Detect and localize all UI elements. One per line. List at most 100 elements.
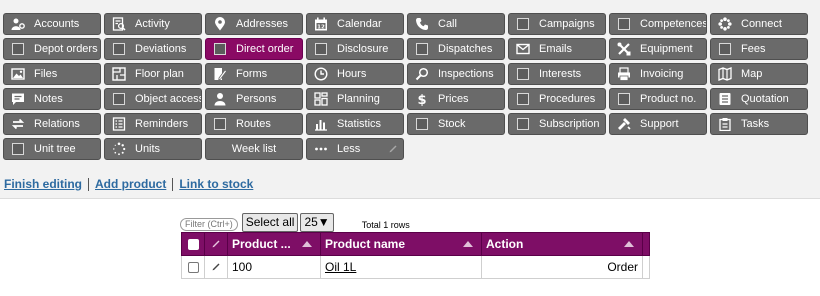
tile-accounts[interactable]: Accounts: [3, 13, 101, 35]
row-edit-cell[interactable]: [204, 255, 228, 279]
tile-forms[interactable]: Forms: [205, 63, 303, 85]
checkbox-square: [214, 118, 226, 130]
finish-editing-link[interactable]: Finish editing: [4, 177, 82, 191]
tile-calendar[interactable]: 12 Calendar: [306, 13, 404, 35]
product-table: Product ... Product name Action 100 Oil …: [181, 232, 650, 279]
tile-label: Campaigns: [539, 18, 595, 30]
select-all-checkbox-cell[interactable]: [181, 232, 205, 256]
tile-relations[interactable]: Relations: [3, 113, 101, 135]
tile-emails[interactable]: Emails: [508, 38, 606, 60]
sort-up-icon: [624, 241, 634, 247]
tile-planning[interactable]: Planning: [306, 88, 404, 110]
invoice-icon: [616, 66, 632, 82]
clock-icon: [313, 66, 329, 82]
tile-label: Reminders: [135, 118, 189, 130]
product-name-link[interactable]: Oil 1L: [325, 260, 356, 274]
tile-label: Less: [337, 143, 361, 155]
checkbox-icon: [212, 41, 228, 57]
tile-floor-plan[interactable]: Floor plan: [104, 63, 202, 85]
tile-files[interactable]: Files: [3, 63, 101, 85]
tile-addresses[interactable]: Addresses: [205, 13, 303, 35]
select-all-button[interactable]: Select all: [241, 213, 299, 232]
page-size-select[interactable]: 25▼: [300, 213, 334, 232]
tile-fees[interactable]: Fees: [710, 38, 808, 60]
tile-label: Forms: [236, 68, 268, 80]
tile-object-access[interactable]: Object access: [104, 88, 202, 110]
tile-activity[interactable]: Activity: [104, 13, 202, 35]
row-checkbox[interactable]: [187, 262, 199, 274]
tile-map[interactable]: Map: [710, 63, 808, 85]
filter-hint[interactable]: Filter (Ctrl+): [180, 218, 238, 231]
table-row[interactable]: 100 Oil 1L Order: [181, 255, 650, 279]
svg-text:$: $: [417, 93, 426, 106]
tile-statistics[interactable]: Statistics: [306, 113, 404, 135]
tile-call[interactable]: Call: [407, 13, 505, 35]
tile-label: Planning: [337, 93, 380, 105]
checkbox-square: [517, 18, 529, 30]
column-header-product-no[interactable]: Product ...: [227, 232, 321, 256]
floor-plan-icon: [111, 66, 127, 82]
tile-subscription[interactable]: Subscription: [508, 113, 606, 135]
tile-direct-order[interactable]: Direct order: [205, 38, 303, 60]
cell-product-name: Oil 1L: [320, 255, 482, 279]
column-header-product-name[interactable]: Product name: [320, 232, 482, 256]
tile-dispatches[interactable]: Dispatches: [407, 38, 505, 60]
checkbox-icon: [515, 66, 531, 82]
phone-icon: [414, 16, 430, 32]
pencil-icon[interactable]: [211, 261, 221, 271]
tile-reminders[interactable]: Reminders: [104, 113, 202, 135]
tile-label: Emails: [539, 43, 573, 55]
checkbox-square: [517, 68, 529, 80]
tile-procedures[interactable]: Procedures: [508, 88, 606, 110]
tile-deviations[interactable]: Deviations: [104, 38, 202, 60]
tile-label: Support: [640, 118, 679, 130]
tile-disclosure[interactable]: Disclosure: [306, 38, 404, 60]
checkbox-square: [214, 43, 226, 55]
tile-hours[interactable]: Hours: [306, 63, 404, 85]
tile-tasks[interactable]: Tasks: [710, 113, 808, 135]
tile-support[interactable]: Support: [609, 113, 707, 135]
separator: [172, 177, 174, 191]
tile-product-no[interactable]: Product no.: [609, 88, 707, 110]
tile-label: Routes: [236, 118, 271, 130]
tile-depot-orders[interactable]: Depot orders: [3, 38, 101, 60]
tile-unit-tree[interactable]: Unit tree: [3, 138, 101, 160]
tile-stock[interactable]: Stock: [407, 113, 505, 135]
activity-icon: [111, 16, 127, 32]
tile-campaigns[interactable]: Campaigns: [508, 13, 606, 35]
cell-action[interactable]: Order: [481, 255, 643, 279]
tile-notes[interactable]: Notes: [3, 88, 101, 110]
checkbox-square: [113, 43, 125, 55]
tile-competences[interactable]: Competences: [609, 13, 707, 35]
add-product-link[interactable]: Add product: [95, 177, 166, 191]
quotation-icon: [717, 91, 733, 107]
link-to-stock-link[interactable]: Link to stock: [179, 177, 253, 191]
module-tile-grid: Accounts Activity Addresses 12 Calendar Call C…: [3, 13, 808, 160]
tile-invoicing[interactable]: Invoicing: [609, 63, 707, 85]
tile-label: Disclosure: [337, 43, 389, 55]
pencil-icon[interactable]: [388, 143, 398, 153]
tile-prices[interactable]: $ Prices: [407, 88, 505, 110]
tile-persons[interactable]: Persons: [205, 88, 303, 110]
tile-quotation[interactable]: Quotation: [710, 88, 808, 110]
tile-interests[interactable]: Interests: [508, 63, 606, 85]
row-checkbox-cell[interactable]: [181, 255, 205, 279]
notes-icon: [10, 91, 26, 107]
tile-equipment[interactable]: Equipment: [609, 38, 707, 60]
clipboard-icon: [717, 116, 733, 132]
column-header-label: Product name: [325, 237, 406, 251]
tile-units[interactable]: Units: [104, 138, 202, 160]
tile-inspections[interactable]: Inspections: [407, 63, 505, 85]
column-header-action[interactable]: Action: [481, 232, 643, 256]
tile-connect[interactable]: Connect: [710, 13, 808, 35]
cell-filler: [642, 255, 650, 279]
tile-less[interactable]: Less: [306, 138, 404, 160]
checkbox-icon: [212, 116, 228, 132]
header-checkbox[interactable]: [187, 239, 199, 251]
tile-routes[interactable]: Routes: [205, 113, 303, 135]
tile-label: Tasks: [741, 118, 770, 130]
support-icon: [616, 116, 632, 132]
planning-icon: [313, 91, 329, 107]
tile-label: Statistics: [337, 118, 382, 130]
tile-week-list[interactable]: Week list: [205, 138, 303, 160]
